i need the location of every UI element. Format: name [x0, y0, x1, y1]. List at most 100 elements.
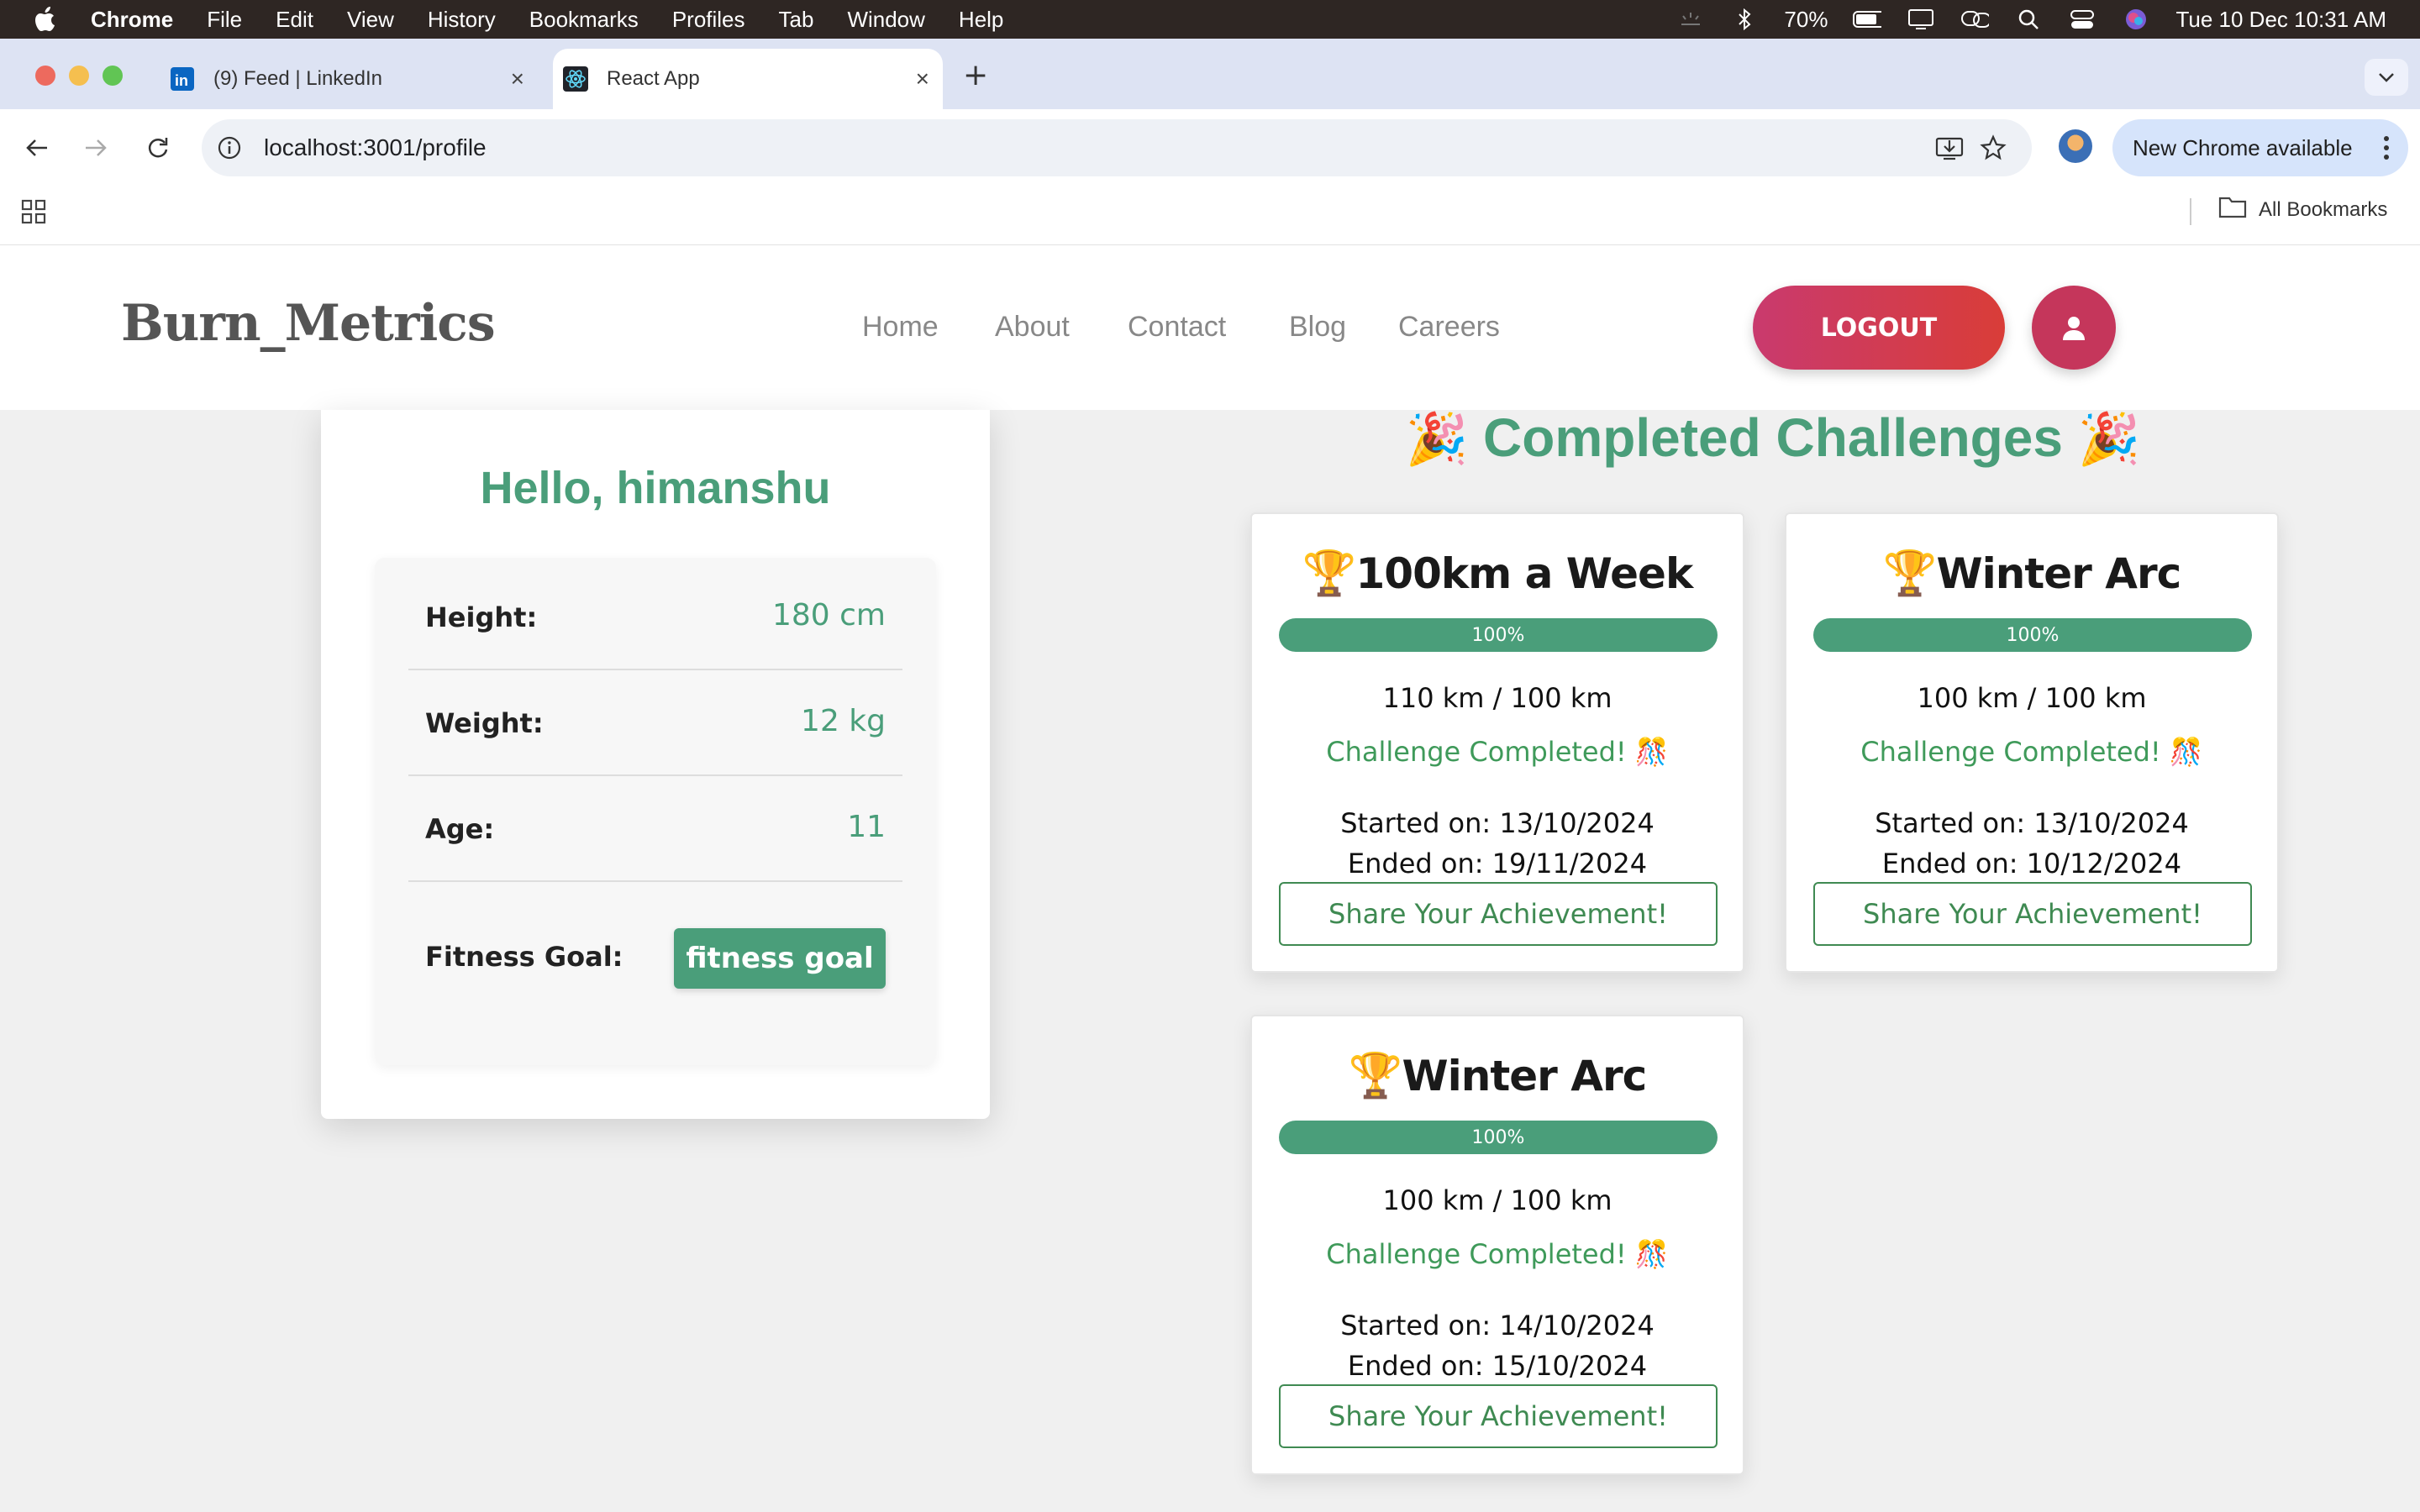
- site-brand[interactable]: Burn_Metrics: [121, 294, 496, 353]
- address-bar[interactable]: localhost:3001/profile: [202, 119, 2032, 176]
- info-icon[interactable]: [215, 134, 244, 162]
- party-popper-icon: 🎉: [1405, 411, 1469, 467]
- new-tab-button[interactable]: +: [963, 59, 988, 92]
- bookmarks-separator: [2190, 198, 2191, 225]
- challenge-card: 🏆100km a Week 100% 110 km / 100 km Chall…: [1250, 512, 1744, 973]
- stat-value: 11: [847, 810, 886, 844]
- tab-linkedin[interactable]: in (9) Feed | LinkedIn ×: [160, 49, 538, 109]
- stat-value: 180 cm: [771, 598, 886, 633]
- window-zoom-button[interactable]: [103, 66, 123, 86]
- stat-row-weight: Weight: 12 kg: [408, 670, 902, 776]
- end-date: Ended on: 10/12/2024: [1881, 848, 2182, 879]
- share-achievement-button[interactable]: Share Your Achievement!: [1813, 882, 2252, 946]
- challenge-distance: 110 km / 100 km: [1382, 682, 1612, 714]
- end-date: Ended on: 15/10/2024: [1347, 1350, 1648, 1382]
- progress-bar: 100%: [1279, 1121, 1718, 1154]
- back-icon[interactable]: [18, 129, 55, 166]
- party-popper-icon: 🎉: [2077, 411, 2141, 467]
- nav-contact[interactable]: Contact: [1128, 311, 1226, 344]
- menu-window[interactable]: Window: [847, 7, 924, 33]
- challenge-status: Challenge Completed! 🎊: [1326, 1238, 1669, 1270]
- challenge-dates: Started on: 14/10/2024 Ended on: 15/10/2…: [1252, 1305, 1743, 1386]
- challenge-title: 🏆Winter Arc: [1786, 548, 2277, 599]
- menu-history[interactable]: History: [428, 7, 496, 33]
- new-chrome-available-button[interactable]: New Chrome available: [2112, 119, 2408, 176]
- all-bookmarks-button[interactable]: All Bookmarks: [2218, 195, 2387, 224]
- menu-app-chrome[interactable]: Chrome: [91, 7, 173, 33]
- menu-profiles[interactable]: Profiles: [672, 7, 745, 33]
- forward-icon[interactable]: [77, 129, 114, 166]
- apps-grid-icon[interactable]: [20, 198, 47, 228]
- user-profile-button[interactable]: [2032, 286, 2116, 370]
- menu-help[interactable]: Help: [959, 7, 1003, 33]
- stat-row-height: Height: 180 cm: [408, 564, 902, 670]
- battery-icon[interactable]: [1853, 8, 1882, 30]
- challenge-status: Challenge Completed! 🎊: [1860, 736, 2203, 768]
- share-achievement-button[interactable]: Share Your Achievement!: [1279, 882, 1718, 946]
- window-minimize-button[interactable]: [69, 66, 89, 86]
- nav-about[interactable]: About: [995, 311, 1070, 344]
- bookmarks-bar: [0, 186, 2420, 245]
- update-label: New Chrome available: [2133, 134, 2353, 160]
- stat-label: Height:: [425, 601, 538, 633]
- trophy-icon: 🏆: [1302, 549, 1357, 599]
- profile-avatar[interactable]: [2059, 129, 2092, 163]
- challenge-distance: 100 km / 100 km: [1917, 682, 2147, 714]
- menu-bookmarks[interactable]: Bookmarks: [529, 7, 639, 33]
- logout-button[interactable]: LOGOUT: [1753, 286, 2005, 370]
- share-achievement-button[interactable]: Share Your Achievement!: [1279, 1384, 1718, 1448]
- install-icon[interactable]: [1934, 133, 1965, 163]
- svg-text:in: in: [175, 72, 188, 89]
- challenge-name: Winter Arc: [1936, 549, 2181, 598]
- tab-search-button[interactable]: [2365, 59, 2408, 96]
- stat-value: 12 kg: [801, 704, 886, 738]
- challenge-card: 🏆Winter Arc 100% 100 km / 100 km Challen…: [1785, 512, 2279, 973]
- menu-edit[interactable]: Edit: [276, 7, 313, 33]
- profile-greeting: Hello, himanshu: [480, 463, 831, 513]
- linkedin-icon: in: [170, 66, 195, 92]
- display-icon[interactable]: [1907, 8, 1935, 30]
- close-tab-icon[interactable]: ×: [511, 66, 524, 92]
- menu-tab[interactable]: Tab: [779, 7, 814, 33]
- challenge-distance: 100 km / 100 km: [1382, 1184, 1612, 1216]
- battery-percent: 70%: [1784, 6, 1828, 32]
- challenge-title: 🏆Winter Arc: [1252, 1050, 1743, 1101]
- close-tab-icon[interactable]: ×: [916, 66, 929, 92]
- screen-mirroring-icon[interactable]: [1960, 8, 1990, 30]
- stat-row-age: Age: 11: [408, 776, 902, 882]
- menu-view[interactable]: View: [347, 7, 394, 33]
- search-icon[interactable]: [2014, 8, 2043, 30]
- nav-home[interactable]: Home: [862, 311, 939, 344]
- heading-text: Completed Challenges: [1483, 407, 2063, 468]
- control-center-icon[interactable]: [2068, 8, 2096, 30]
- macos-menubar: Chrome File Edit View History Bookmarks …: [0, 0, 2420, 39]
- start-date: Started on: 13/10/2024: [1875, 807, 2189, 839]
- folder-icon: [2218, 195, 2247, 224]
- url-text[interactable]: localhost:3001/profile: [264, 134, 487, 161]
- siri-icon[interactable]: [2122, 8, 2150, 30]
- more-menu-icon[interactable]: [2383, 134, 2390, 161]
- star-icon[interactable]: [1978, 133, 2008, 163]
- end-date: Ended on: 19/11/2024: [1347, 848, 1648, 879]
- progress-bar: 100%: [1279, 618, 1718, 652]
- challenge-dates: Started on: 13/10/2024 Ended on: 10/12/2…: [1786, 803, 2277, 884]
- tab-title: React App: [607, 67, 700, 90]
- fitness-goal-badge: fitness goal: [674, 928, 886, 989]
- nav-careers[interactable]: Careers: [1398, 311, 1500, 344]
- loading-icon[interactable]: [1676, 8, 1705, 30]
- nav-blog[interactable]: Blog: [1289, 311, 1346, 344]
- tab-title: (9) Feed | LinkedIn: [213, 67, 383, 90]
- reload-icon[interactable]: [139, 129, 176, 166]
- stat-label: Age:: [425, 813, 495, 845]
- window-close-button[interactable]: [35, 66, 55, 86]
- apple-icon[interactable]: [34, 6, 59, 33]
- trophy-icon: 🏆: [1882, 549, 1938, 599]
- all-bookmarks-label: All Bookmarks: [2259, 197, 2388, 221]
- react-icon: [563, 66, 588, 92]
- tab-react-app[interactable]: React App ×: [553, 49, 943, 109]
- completed-challenges-heading: 🎉 Completed Challenges 🎉: [1395, 407, 2151, 469]
- bluetooth-icon[interactable]: [1730, 8, 1759, 30]
- challenge-title: 🏆100km a Week: [1252, 548, 1743, 599]
- menubar-clock[interactable]: Tue 10 Dec 10:31 AM: [2175, 7, 2386, 33]
- menu-file[interactable]: File: [207, 7, 242, 33]
